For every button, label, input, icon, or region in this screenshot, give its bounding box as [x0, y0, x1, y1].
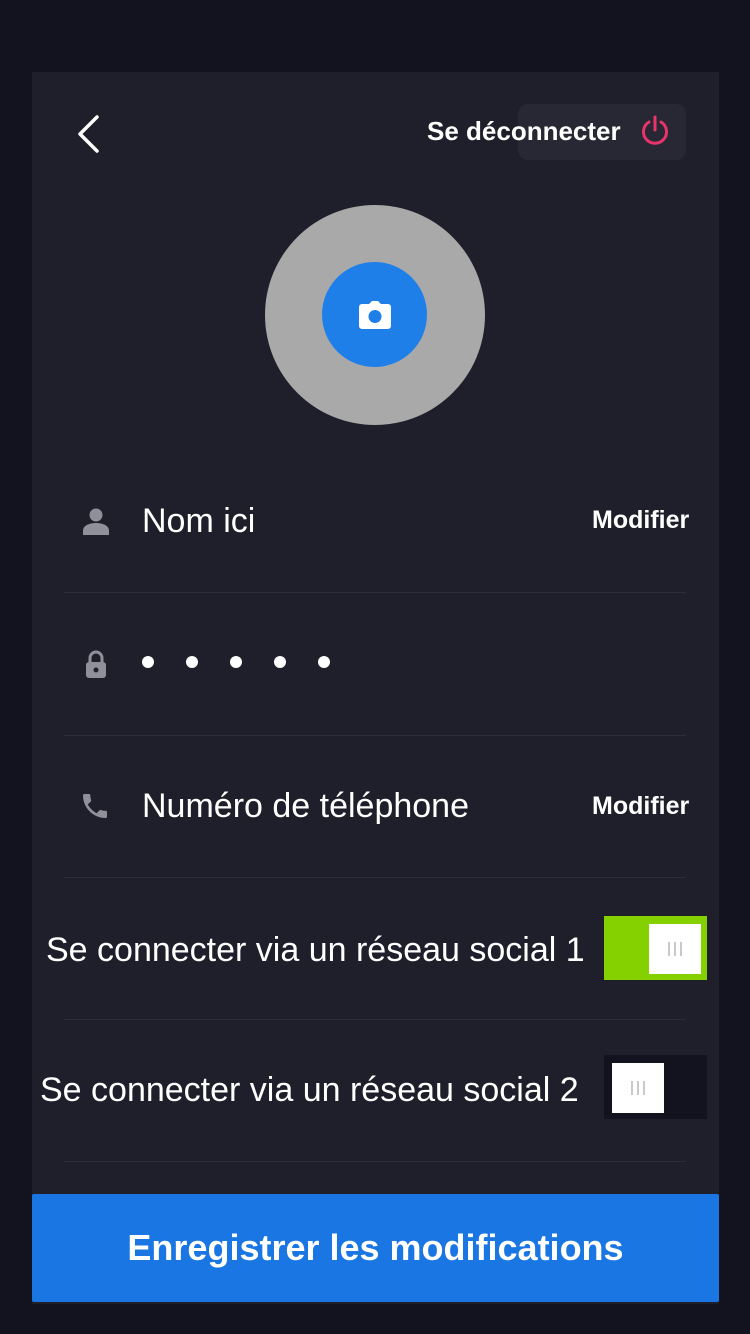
social-1-label: Se connecter via un réseau social 1: [46, 931, 585, 969]
toggle-knob: [649, 924, 701, 974]
divider: [64, 735, 686, 736]
edit-name-button[interactable]: Modifier: [592, 505, 689, 535]
divider: [64, 592, 686, 593]
divider: [64, 877, 686, 878]
chevron-left-icon: [78, 115, 99, 153]
lock-icon: [82, 649, 110, 679]
phone-icon: [78, 789, 112, 823]
social-1-toggle[interactable]: [604, 916, 707, 980]
save-changes-button[interactable]: Enregistrer les modifications: [32, 1194, 719, 1302]
phone-value: Numéro de téléphone: [142, 787, 470, 825]
camera-icon: [358, 300, 391, 329]
profile-screen: Se déconnecter Nom ici Modifier Numéro d…: [0, 0, 750, 1334]
password-dot: [186, 656, 198, 668]
edit-phone-button[interactable]: Modifier: [592, 791, 689, 821]
social-2-label: Se connecter via un réseau social 2: [40, 1071, 579, 1109]
logout-label[interactable]: Se déconnecter: [427, 115, 621, 147]
divider: [64, 1161, 686, 1162]
change-photo-button[interactable]: [322, 262, 427, 367]
password-dot: [274, 656, 286, 668]
back-button[interactable]: [70, 112, 106, 156]
name-value: Nom ici: [142, 502, 256, 540]
divider: [64, 1019, 686, 1020]
person-icon: [80, 505, 112, 537]
password-dot: [230, 656, 242, 668]
toggle-knob: [612, 1063, 664, 1113]
power-icon[interactable]: [640, 115, 670, 147]
password-value: [142, 656, 330, 668]
password-dot: [318, 656, 330, 668]
password-dot: [142, 656, 154, 668]
social-2-toggle[interactable]: [604, 1055, 707, 1119]
